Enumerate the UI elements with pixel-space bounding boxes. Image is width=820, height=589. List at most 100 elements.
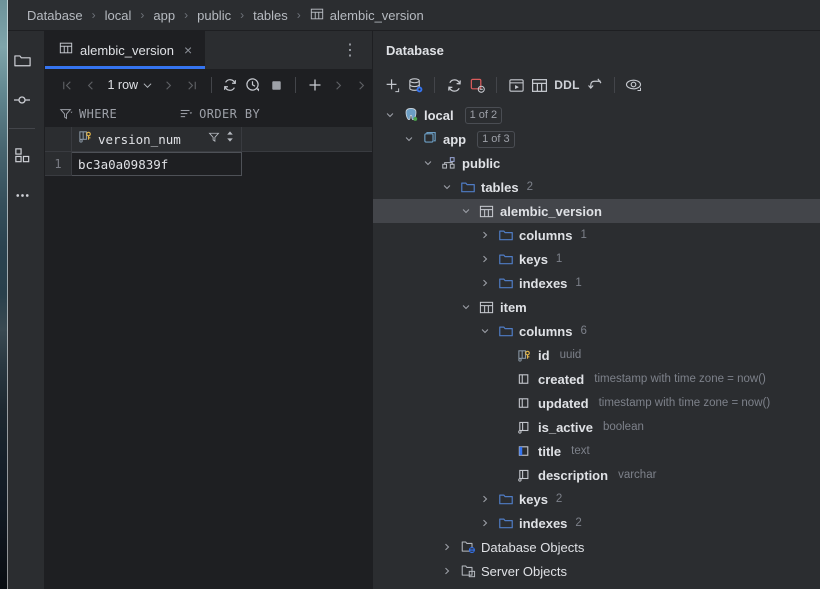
chevron-down-icon[interactable]	[459, 206, 473, 216]
chevron-right-icon[interactable]	[440, 542, 454, 552]
desktop-wallpaper-strip	[0, 0, 8, 589]
disconnect-icon[interactable]	[466, 74, 488, 96]
filter-row: WHERE ORDER BY	[45, 101, 372, 127]
tree-node-server-objects[interactable]: Server Objects	[373, 559, 820, 583]
tree-node-keys[interactable]: keys 2	[373, 487, 820, 511]
tree-node-local[interactable]: local 1 of 2	[373, 103, 820, 127]
tree-node-label: keys	[519, 251, 548, 267]
breadcrumb-item-database[interactable]: Database	[25, 8, 85, 23]
result-grid: version_num 1 bc3a0a09839f	[45, 127, 372, 589]
tree-node-count: 1	[575, 277, 582, 289]
table-icon	[478, 204, 495, 219]
schema-icon	[440, 155, 457, 171]
chevron-right-icon[interactable]	[478, 254, 492, 264]
editor-options-icon[interactable]: ⋮	[328, 31, 372, 69]
history-clock-icon[interactable]	[243, 74, 264, 96]
first-page-icon[interactable]	[57, 74, 78, 96]
tree-node-label: is_active	[538, 419, 593, 435]
chevron-right-icon[interactable]	[478, 518, 492, 528]
tree-node-label: created	[538, 371, 585, 387]
where-filter[interactable]: WHERE	[59, 107, 117, 121]
chevron-down-icon[interactable]	[440, 182, 454, 192]
tree-node-description[interactable]: description varchar	[373, 463, 820, 487]
expand-value-icon[interactable]	[328, 74, 349, 96]
new-object-icon[interactable]	[381, 74, 403, 96]
cell-version-num[interactable]: bc3a0a09839f	[72, 152, 242, 176]
tree-node-title[interactable]: title text	[373, 439, 820, 463]
database-toolbar: DDL	[373, 69, 820, 101]
project-folder-icon[interactable]	[6, 44, 38, 76]
tree-node-alembic-version[interactable]: alembic_version	[373, 199, 820, 223]
sort-icon[interactable]	[225, 130, 235, 148]
tree-node-item[interactable]: item	[373, 295, 820, 319]
toolbar-divider	[496, 77, 497, 93]
tree-node-type: varchar	[618, 469, 657, 481]
order-by-filter[interactable]: ORDER BY	[179, 107, 260, 121]
rail-divider	[9, 128, 35, 129]
next-page-icon[interactable]	[158, 74, 179, 96]
breadcrumb: Database › local › app › public › tables…	[0, 0, 820, 31]
data-source-icon[interactable]	[404, 74, 426, 96]
plugins-icon[interactable]	[6, 139, 38, 171]
breadcrumb-item-app[interactable]: app	[151, 8, 177, 23]
tree-node-is-active[interactable]: is_active boolean	[373, 415, 820, 439]
add-row-icon[interactable]	[304, 74, 325, 96]
last-page-icon[interactable]	[181, 74, 202, 96]
tree-node-label: item	[500, 299, 527, 315]
breadcrumb-item-local[interactable]: local	[103, 8, 134, 23]
tab-label: alembic_version	[80, 42, 174, 58]
tree-node-created[interactable]: created timestamp with time zone = now()	[373, 367, 820, 391]
chevron-right-icon[interactable]	[478, 494, 492, 504]
breadcrumb-item-public[interactable]: public	[195, 8, 233, 23]
more-tool-windows-icon[interactable]	[6, 179, 38, 211]
postgres-icon	[402, 107, 419, 123]
tree-node-app[interactable]: app 1 of 3	[373, 127, 820, 151]
tree-node-updated[interactable]: updated timestamp with time zone = now()	[373, 391, 820, 415]
breadcrumb-item-alembic-version[interactable]: alembic_version	[308, 7, 426, 24]
close-icon[interactable]: ×	[181, 41, 195, 59]
tab-active-underline	[45, 66, 206, 69]
table-row[interactable]: 1 bc3a0a09839f	[45, 152, 372, 176]
chevron-right-icon[interactable]	[478, 230, 492, 240]
chevron-down-icon[interactable]	[383, 110, 397, 120]
server-objects-icon	[459, 563, 476, 579]
tree-node-keys[interactable]: keys 1	[373, 247, 820, 271]
jump-to-icon[interactable]	[584, 74, 606, 96]
stop-icon[interactable]	[266, 74, 287, 96]
chevron-right-icon[interactable]	[478, 278, 492, 288]
chevron-down-icon[interactable]	[402, 134, 416, 144]
row-count-dropdown[interactable]: 1 row	[104, 78, 157, 92]
tree-node-tables[interactable]: tables 2	[373, 175, 820, 199]
chevron-down-icon[interactable]	[459, 302, 473, 312]
ddl-button[interactable]: DDL	[551, 74, 583, 96]
tree-node-public[interactable]: public	[373, 151, 820, 175]
breadcrumb-item-tables[interactable]: tables	[251, 8, 290, 23]
console-icon[interactable]	[505, 74, 527, 96]
eye-icon[interactable]	[623, 74, 645, 96]
tree-node-label: indexes	[519, 515, 568, 531]
commit-icon[interactable]	[6, 84, 38, 116]
refresh-icon[interactable]	[220, 74, 241, 96]
tree-node-id[interactable]: id uuid	[373, 343, 820, 367]
row-count-label: 1 row	[107, 78, 139, 92]
chevron-down-icon[interactable]	[421, 158, 435, 168]
chevron-right-icon[interactable]	[440, 566, 454, 576]
tab-alembic-version[interactable]: alembic_version ×	[45, 31, 206, 69]
tree-node-indexes[interactable]: indexes 2	[373, 511, 820, 535]
column-header-version-num[interactable]: version_num	[72, 127, 242, 151]
prev-page-icon[interactable]	[80, 74, 101, 96]
tree-node-columns[interactable]: columns 6	[373, 319, 820, 343]
ide-window: Database › local › app › public › tables…	[0, 0, 820, 589]
tree-node-database-objects[interactable]: Database Objects	[373, 535, 820, 559]
filter-icon[interactable]	[208, 130, 220, 148]
tree-node-label: indexes	[519, 275, 568, 291]
table-editor-icon[interactable]	[528, 74, 550, 96]
row-number: 1	[45, 152, 72, 176]
tree-node-label: alembic_version	[500, 203, 602, 219]
refresh-icon[interactable]	[443, 74, 465, 96]
tree-node-type: text	[571, 445, 590, 457]
tree-node-columns[interactable]: columns 1	[373, 223, 820, 247]
expand-all-values-icon[interactable]	[351, 74, 372, 96]
chevron-down-icon[interactable]	[478, 326, 492, 336]
tree-node-indexes[interactable]: indexes 1	[373, 271, 820, 295]
